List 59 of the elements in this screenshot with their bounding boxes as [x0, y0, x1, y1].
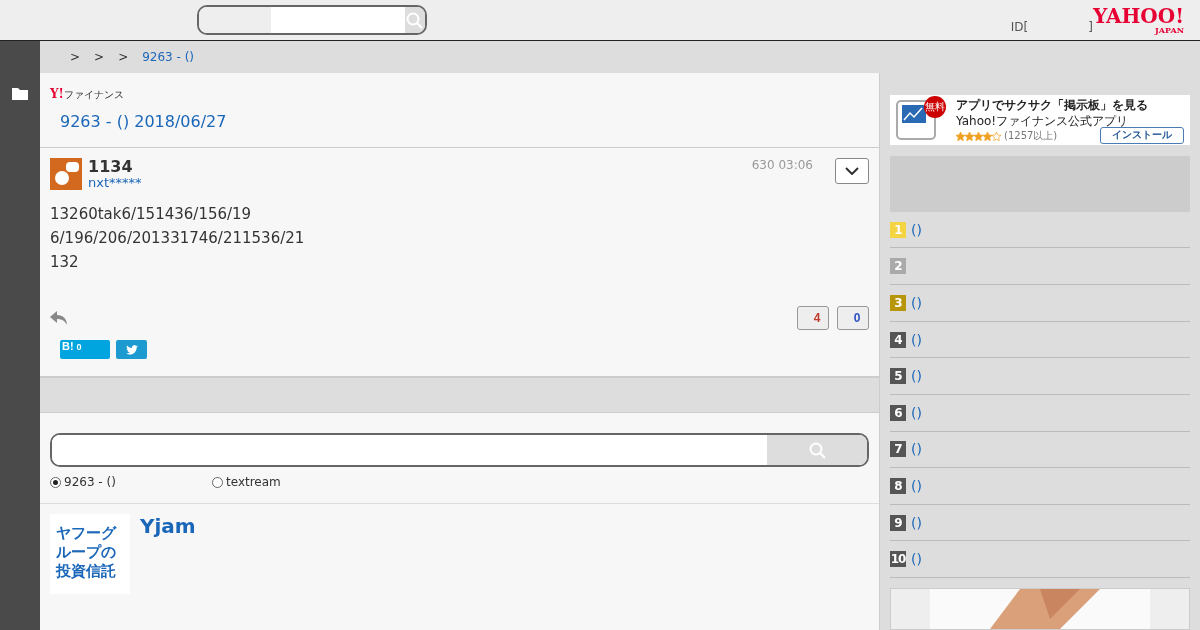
- rank-link[interactable]: (): [911, 294, 922, 311]
- breadcrumb-separator: >: [94, 50, 105, 64]
- rank-number: 3: [890, 294, 906, 311]
- reply-icon[interactable]: [50, 311, 67, 325]
- fund-banner[interactable]: ヤフーグループの投資信託: [50, 514, 130, 594]
- rank-number: 5: [890, 368, 906, 385]
- rank-link[interactable]: (): [911, 368, 922, 385]
- search-icon: [406, 11, 424, 29]
- bird-icon: [125, 344, 138, 355]
- rank-link[interactable]: (): [911, 441, 922, 458]
- rank-number: 1: [890, 221, 906, 238]
- rank-number: 8: [890, 477, 906, 494]
- breadcrumb-separator: >: [118, 50, 129, 64]
- rank-link[interactable]: (): [911, 404, 922, 421]
- install-button[interactable]: インストール: [1100, 126, 1184, 144]
- app-ad[interactable]: 無料 アプリでサクサク「掲示板」を見る Yahoo!ファイナンス公式アプリ (1257以上) インストール: [890, 95, 1190, 146]
- promo-title[interactable]: Yjam: [140, 514, 196, 594]
- post-number: 1134: [88, 158, 134, 176]
- review-count: (1257以上): [1004, 129, 1058, 143]
- search-input[interactable]: [270, 7, 405, 33]
- account-bracket: ]: [1088, 20, 1093, 34]
- breadcrumb-link[interactable]: 9263 - (): [142, 50, 195, 64]
- rank-link[interactable]: (): [911, 221, 922, 238]
- menu-button[interactable]: [835, 158, 869, 184]
- search-field[interactable]: [50, 433, 869, 467]
- radio-option[interactable]: 9263 - (): [50, 475, 212, 489]
- twitter-button[interactable]: [116, 340, 147, 359]
- avatar-icon: [50, 158, 82, 190]
- yahoo-logo[interactable]: YAHOO! JAPAN: [1092, 6, 1184, 34]
- search-button[interactable]: [404, 7, 425, 33]
- dislike-button[interactable]: 0: [837, 306, 869, 330]
- user-name[interactable]: nxt*****: [88, 176, 142, 190]
- rank-number: 6: [890, 404, 906, 421]
- rank-link[interactable]: (): [911, 551, 922, 568]
- search-field[interactable]: [197, 5, 427, 35]
- rank-link[interactable]: (): [911, 477, 922, 494]
- chevron-down-icon: [845, 167, 859, 175]
- ad-title: アプリでサクサク「掲示板」を見る: [956, 96, 1149, 114]
- post-time: 630 03:06: [751, 158, 813, 172]
- free-badge: 無料: [924, 96, 946, 118]
- rank-link[interactable]: (): [911, 514, 922, 531]
- folder-icon[interactable]: [12, 87, 28, 100]
- radio-option[interactable]: textream: [212, 475, 374, 489]
- rank-number: 2: [890, 258, 906, 275]
- rank-number: 10: [890, 551, 906, 568]
- rank-number: 7: [890, 441, 906, 458]
- finance-logo[interactable]: Y!ファイナンス: [50, 87, 869, 102]
- post-body: 13260tak6/151436/156/19 6/196/206/201331746/211536/21 132: [50, 204, 306, 273]
- rank-number: 4: [890, 331, 906, 348]
- account-text[interactable]: ID[: [1010, 20, 1029, 34]
- rank-link[interactable]: (): [911, 331, 922, 348]
- hatena-button[interactable]: B! 0: [60, 340, 110, 359]
- page-title: 9263 - () 2018/06/27: [59, 112, 228, 131]
- ad-subtitle: Yahoo!ファイナンス公式アプリ: [956, 113, 1129, 129]
- app-icon: [896, 100, 936, 140]
- rank-number: 9: [890, 514, 906, 531]
- like-button[interactable]: 4: [797, 306, 829, 330]
- search-icon: [808, 441, 826, 459]
- breadcrumb-separator: >: [70, 50, 81, 64]
